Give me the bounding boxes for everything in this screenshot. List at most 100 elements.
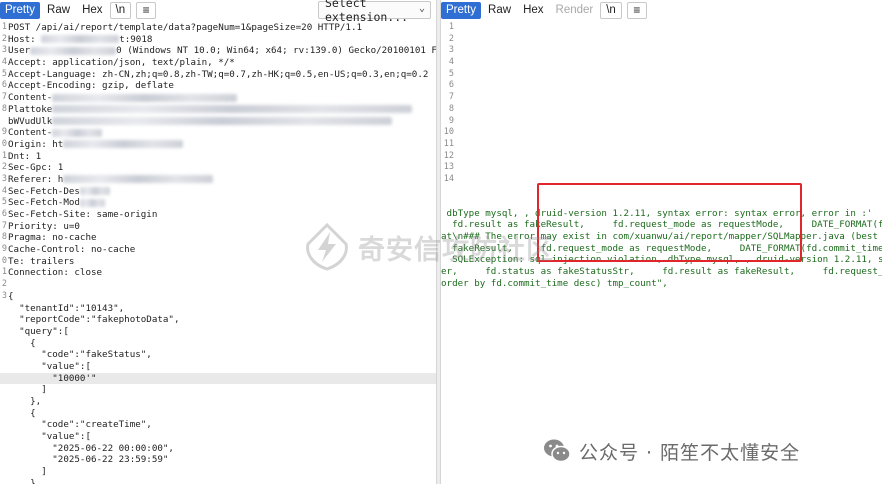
code-line: bWVudUlk [0,116,436,128]
code-line: 13 [441,162,882,174]
code-line: { [0,408,436,420]
line-number: 9 [448,115,454,126]
code-text-content: ] [8,384,47,396]
code-text-content: "tenantId":"10143", [8,302,125,314]
code-text: { [8,408,36,420]
code-text: Sec-Fetch-Mod [8,197,105,209]
code-text: User 0 (Windows NT 10.0; Win64; x64; rv:1… [8,45,436,57]
code-text-content: "value":[ [8,360,91,372]
line-number: 2 [1,162,7,173]
response-tab-raw[interactable]: Raw [483,2,516,19]
code-line: 3 [441,45,882,57]
code-line: 2 Sec-Gpc: 1 [0,162,436,174]
code-line: 3 User 0 (Windows NT 10.0; Win64; x64; rv:… [0,45,436,57]
code-line: 4 [441,57,882,69]
line-number: 3 [1,173,7,184]
line-number: 4 [448,57,454,68]
chevron-down-icon: ⌄ [418,3,425,14]
code-line: "2025-06-22 23:59:59" [0,454,436,466]
request-tab-pretty[interactable]: Pretty [0,1,41,19]
line-number: 8 [1,103,7,114]
line-number: 9 [1,127,7,138]
code-line: "10000'" [0,372,436,385]
redacted-block [79,187,110,196]
code-text-content: "reportCode":"fakephotoData", [8,314,180,326]
line-number: 7 [448,92,454,103]
code-text-content: "2025-06-22 23:59:59" [8,454,169,466]
code-line: 12 [441,151,882,163]
code-text-content: ] [8,466,47,478]
code-text-content: Accept-Language: zh-CN,zh;q=0.8,zh-TW;q=… [8,68,429,80]
code-text-content: "value":[ [8,431,91,443]
line-number: 7 [1,92,7,103]
line-number: 1 [448,22,454,32]
code-text: Accept: application/json, text/plain, */… [8,57,235,69]
response-toolbar: Pretty Raw Hex Render \n ≡ [441,0,882,20]
code-line: 5 Sec-Fetch-Mod [0,197,436,209]
code-line: 2 Host: t:9018 [0,34,436,46]
line-number: 8 [448,103,454,114]
response-tab-hex[interactable]: Hex [518,2,548,19]
code-text-content: Pragma: no-cache [8,232,97,244]
code-text-content: Connection: close [8,267,103,279]
request-tab-raw[interactable]: Raw [42,2,75,19]
code-text: "reportCode":"fakephotoData", [8,314,179,326]
request-tab-nnewline[interactable]: \n [109,1,132,19]
code-line: 5 [441,69,882,81]
code-text: Connection: close [8,267,102,279]
line-number: 8 [1,232,7,243]
code-text: Sec-Fetch-Site: same-origin [8,209,157,221]
watermark-bottom: 公众号 · 陌笙不太懂安全 [543,437,800,465]
line-number: 11 [443,138,454,149]
code-text-content: Content- [8,127,53,139]
request-tab-hex[interactable]: Hex [77,2,107,19]
code-line: 6 Accept-Encoding: gzip, deflate [0,80,436,92]
line-number: 1 [1,22,7,32]
code-text: } [8,478,36,484]
lightning-logo-icon [306,222,348,271]
line-number: 3 [448,45,454,56]
response-tab-pretty[interactable]: Pretty [441,1,482,19]
code-text-tail: t:9018 [119,33,153,45]
line-number: 2 [448,33,454,44]
line-number: 13 [443,162,454,173]
code-text-content: Sec-Fetch-Mod [8,197,80,209]
watermark-center: 奇安信攻防社区 [302,222,554,272]
code-line: "tenantId":"10143", [0,303,436,315]
code-line: { [0,338,436,350]
code-text: Priority: u=0 [8,221,80,233]
code-text-content: Accept-Encoding: gzip, deflate [8,80,174,92]
code-text-content: }, [8,396,42,407]
code-line: 1 [441,22,882,34]
code-text-content: Sec-Gpc: 1 [8,162,64,174]
code-text: Referer: h [8,174,214,186]
code-text-content: "code":"createTime", [8,419,152,431]
code-text-tail: 0 (Windows NT 10.0; Win64; x64; rv:139.0… [116,45,436,57]
code-line: 3{ [0,291,436,303]
code-text: bWVudUlk [8,116,393,128]
code-text: "query":[ [8,326,69,338]
code-text: Pragma: no-cache [8,232,97,244]
redacted-block [52,128,103,137]
line-number: 2 [1,33,7,44]
code-line: 6 [441,80,882,92]
select-extension-dropdown[interactable]: Select extension... ⌄ [318,0,431,24]
wechat-icon [544,439,571,463]
hamburger-menu-icon[interactable]: ≡ [136,1,157,19]
code-text: "10000'" [8,373,96,385]
code-text: Plattoke [8,104,413,116]
response-tab-nnewline[interactable]: \n [600,1,622,19]
code-text: Content- [8,127,103,139]
line-number: 5 [1,197,7,208]
code-text: "2025-06-22 23:59:59" [8,454,168,466]
code-text: }, [8,396,41,408]
code-line: 4 Accept: application/json, text/plain, *… [0,57,436,69]
code-line: "value":[ [0,361,436,373]
code-text-content: User [8,45,31,57]
line-number: 5 [448,68,454,79]
error-highlight-box [537,183,802,262]
code-text-content: } [8,477,36,484]
redacted-block [63,175,214,184]
code-text: Te: trailers [8,256,74,268]
hamburger-menu-icon[interactable]: ≡ [626,1,647,19]
